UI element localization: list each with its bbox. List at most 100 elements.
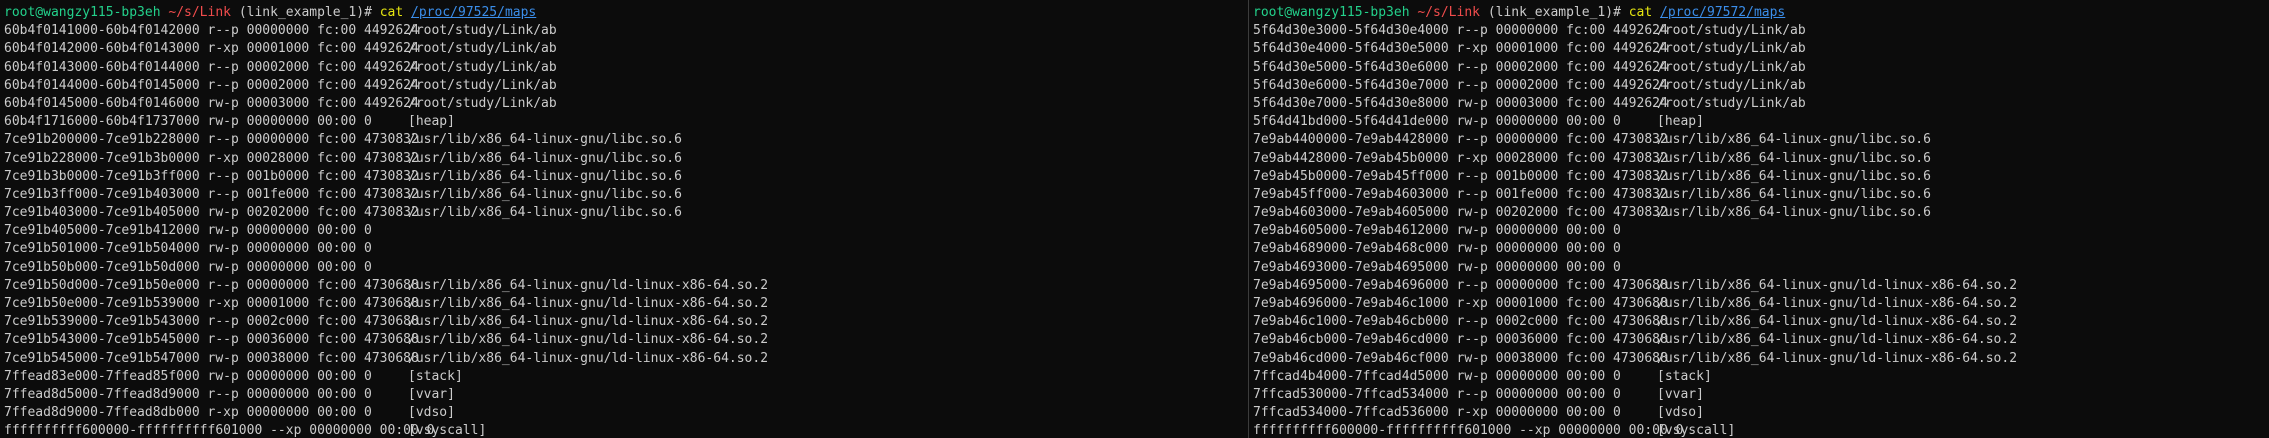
mapping-pathname: /root/study/Link/ab [1657, 77, 1806, 93]
mapping-pathname: /usr/lib/x86_64-linux-gnu/ld-linux-x86-6… [408, 277, 769, 293]
shell-prompt: root@wangzy115-bp3eh ~/s/Link (link_exam… [1253, 4, 2269, 22]
terminal-pane-left[interactable]: root@wangzy115-bp3eh ~/s/Link (link_exam… [0, 0, 1248, 438]
maps-line: 60b4f0144000-60b4f0145000 r--p 00002000 … [4, 77, 1248, 95]
maps-line: 7e9ab46cd000-7e9ab46cf000 rw-p 00038000 … [1253, 350, 2269, 368]
maps-line: 7ffead8d5000-7ffead8d9000 r--p 00000000 … [4, 386, 1248, 404]
mapping-range: 5f64d30e7000-5f64d30e8000 rw-p 00003000 … [1253, 95, 1668, 111]
prompt-symbol: # [1613, 5, 1621, 20]
mapping-pathname: [stack] [1657, 368, 1712, 384]
mapping-range: 60b4f1716000-60b4f1737000 rw-p 00000000 … [4, 114, 372, 130]
maps-line: 60b4f0142000-60b4f0143000 r-xp 00001000 … [4, 40, 1248, 58]
mapping-range: 7e9ab45ff000-7e9ab4603000 r--p 001fe000 … [1253, 186, 1668, 202]
command-name: cat [379, 5, 404, 20]
maps-line: 7ce91b50b000-7ce91b50d000 rw-p 00000000 … [4, 259, 1248, 277]
mapping-range: 7e9ab4695000-7e9ab4696000 r--p 00000000 … [1253, 277, 1668, 293]
mapping-range: 7ce91b200000-7ce91b228000 r--p 00000000 … [4, 132, 419, 148]
maps-line: 7e9ab4693000-7e9ab4695000 rw-p 00000000 … [1253, 259, 2269, 277]
mapping-range: 7ffead8d9000-7ffead8db000 r-xp 00000000 … [4, 405, 372, 421]
maps-line: 7e9ab4428000-7e9ab45b0000 r-xp 00028000 … [1253, 150, 2269, 168]
maps-line: ffffffffff600000-ffffffffff601000 --xp 0… [4, 422, 1248, 438]
mapping-range: 7e9ab4400000-7e9ab4428000 r--p 00000000 … [1253, 132, 1668, 148]
maps-line: 7e9ab4695000-7e9ab4696000 r--p 00000000 … [1253, 277, 2269, 295]
mapping-range: 7ffcad530000-7ffcad534000 r--p 00000000 … [1253, 386, 1621, 402]
maps-line: 7e9ab45b0000-7e9ab45ff000 r--p 001b0000 … [1253, 168, 2269, 186]
maps-line: 60b4f0145000-60b4f0146000 rw-p 00003000 … [4, 95, 1248, 113]
mapping-range: 7e9ab46c1000-7e9ab46cb000 r--p 0002c000 … [1253, 314, 1668, 330]
mapping-pathname: /usr/lib/x86_64-linux-gnu/libc.so.6 [408, 132, 682, 148]
mapping-pathname: [heap] [1657, 114, 1704, 130]
maps-line: 7ce91b3b0000-7ce91b3ff000 r--p 001b0000 … [4, 168, 1248, 186]
mapping-range: 7ce91b501000-7ce91b504000 rw-p 00000000 … [4, 241, 372, 257]
mapping-range: 7e9ab4428000-7e9ab45b0000 r-xp 00028000 … [1253, 150, 1668, 166]
mapping-pathname: /root/study/Link/ab [408, 41, 557, 57]
mapping-pathname: [vsyscall] [1657, 423, 1736, 438]
mapping-pathname: /usr/lib/x86_64-linux-gnu/libc.so.6 [408, 186, 682, 202]
mapping-range: 7ce91b228000-7ce91b3b0000 r-xp 00028000 … [4, 150, 419, 166]
maps-line: 7ffcad534000-7ffcad536000 r-xp 00000000 … [1253, 404, 2269, 422]
mapping-range: 7ce91b3ff000-7ce91b403000 r--p 001fe000 … [4, 186, 419, 202]
maps-line: 7ce91b501000-7ce91b504000 rw-p 00000000 … [4, 240, 1248, 258]
maps-line: 7ce91b50d000-7ce91b50e000 r--p 00000000 … [4, 277, 1248, 295]
maps-line: 5f64d30e4000-5f64d30e5000 r-xp 00001000 … [1253, 40, 2269, 58]
maps-line: 7ce91b228000-7ce91b3b0000 r-xp 00028000 … [4, 150, 1248, 168]
command-name: cat [1628, 5, 1653, 20]
mapping-range: 60b4f0145000-60b4f0146000 rw-p 00003000 … [4, 95, 419, 111]
maps-line: 7ffcad530000-7ffcad534000 r--p 00000000 … [1253, 386, 2269, 404]
prompt-user-host: root@wangzy115-bp3eh [1253, 5, 1410, 20]
shell-prompt: root@wangzy115-bp3eh ~/s/Link (link_exam… [4, 4, 1248, 22]
maps-output: 5f64d30e3000-5f64d30e4000 r--p 00000000 … [1253, 22, 2269, 438]
mapping-pathname: /root/study/Link/ab [1657, 59, 1806, 75]
mapping-pathname: /usr/lib/x86_64-linux-gnu/ld-linux-x86-6… [408, 296, 769, 311]
mapping-pathname: /usr/lib/x86_64-linux-gnu/libc.so.6 [1657, 186, 1931, 202]
mapping-pathname: /usr/lib/x86_64-linux-gnu/ld-linux-x86-6… [408, 350, 769, 366]
maps-line: 7e9ab45ff000-7e9ab4603000 r--p 001fe000 … [1253, 186, 2269, 204]
mapping-range: 7e9ab4693000-7e9ab4695000 rw-p 00000000 … [1253, 259, 1621, 275]
maps-line: 7ffead83e000-7ffead85f000 rw-p 00000000 … [4, 368, 1248, 386]
command-argument-path[interactable]: /proc/97572/maps [1660, 5, 1785, 20]
mapping-pathname: [vvar] [1657, 386, 1704, 402]
maps-line: 5f64d41bd000-5f64d41de000 rw-p 00000000 … [1253, 113, 2269, 131]
mapping-range: 7e9ab4605000-7e9ab4612000 rw-p 00000000 … [1253, 223, 1621, 239]
maps-line: 7ce91b403000-7ce91b405000 rw-p 00202000 … [4, 204, 1248, 222]
mapping-pathname: /usr/lib/x86_64-linux-gnu/ld-linux-x86-6… [408, 314, 769, 330]
prompt-env: (link_example_1) [1487, 5, 1614, 20]
mapping-range: 7e9ab46cd000-7e9ab46cf000 rw-p 00038000 … [1253, 350, 1668, 366]
prompt-directory: ~/s/Link [168, 5, 231, 20]
mapping-range: 60b4f0141000-60b4f0142000 r--p 00000000 … [4, 23, 419, 39]
maps-line: 7ce91b545000-7ce91b547000 rw-p 00038000 … [4, 350, 1248, 368]
mapping-range: 7ce91b543000-7ce91b545000 r--p 00036000 … [4, 332, 419, 348]
mapping-pathname: [heap] [408, 114, 455, 130]
mapping-pathname: /usr/lib/x86_64-linux-gnu/ld-linux-x86-6… [1657, 314, 2018, 330]
mapping-pathname: [stack] [408, 368, 463, 384]
mapping-range: 5f64d41bd000-5f64d41de000 rw-p 00000000 … [1253, 114, 1621, 130]
maps-line: 7e9ab4605000-7e9ab4612000 rw-p 00000000 … [1253, 222, 2269, 240]
maps-line: 7ce91b3ff000-7ce91b403000 r--p 001fe000 … [4, 186, 1248, 204]
maps-line: 5f64d30e3000-5f64d30e4000 r--p 00000000 … [1253, 22, 2269, 40]
mapping-range: ffffffffff600000-ffffffffff601000 --xp 0… [1253, 423, 1684, 438]
mapping-pathname: [vdso] [1657, 405, 1704, 421]
mapping-pathname: /usr/lib/x86_64-linux-gnu/libc.so.6 [408, 205, 682, 221]
mapping-range: 7ffcad4b4000-7ffcad4d5000 rw-p 00000000 … [1253, 368, 1621, 384]
mapping-pathname: /root/study/Link/ab [1657, 23, 1806, 39]
maps-line: ffffffffff600000-ffffffffff601000 --xp 0… [1253, 422, 2269, 438]
maps-line: 7e9ab4603000-7e9ab4605000 rw-p 00202000 … [1253, 204, 2269, 222]
mapping-range: ffffffffff600000-ffffffffff601000 --xp 0… [4, 423, 435, 438]
mapping-pathname: /root/study/Link/ab [408, 77, 557, 93]
mapping-range: 60b4f0142000-60b4f0143000 r-xp 00001000 … [4, 41, 419, 57]
command-argument-path[interactable]: /proc/97525/maps [411, 5, 536, 20]
mapping-range: 7ffead8d5000-7ffead8d9000 r--p 00000000 … [4, 386, 372, 402]
maps-line: 7ce91b50e000-7ce91b539000 r-xp 00001000 … [4, 295, 1248, 313]
maps-line: 5f64d30e5000-5f64d30e6000 r--p 00002000 … [1253, 59, 2269, 77]
mapping-pathname: /usr/lib/x86_64-linux-gnu/libc.so.6 [1657, 150, 1931, 166]
mapping-range: 7ce91b50b000-7ce91b50d000 rw-p 00000000 … [4, 259, 372, 275]
mapping-pathname: /root/study/Link/ab [1657, 41, 1806, 57]
mapping-range: 5f64d30e6000-5f64d30e7000 r--p 00002000 … [1253, 77, 1668, 93]
mapping-range: 7ce91b50e000-7ce91b539000 r-xp 00001000 … [4, 296, 419, 311]
mapping-range: 60b4f0144000-60b4f0145000 r--p 00002000 … [4, 77, 419, 93]
mapping-range: 7ffead83e000-7ffead85f000 rw-p 00000000 … [4, 368, 372, 384]
mapping-range: 7ce91b545000-7ce91b547000 rw-p 00038000 … [4, 350, 419, 366]
maps-line: 5f64d30e7000-5f64d30e8000 rw-p 00003000 … [1253, 95, 2269, 113]
mapping-range: 7e9ab4696000-7e9ab46c1000 r-xp 00001000 … [1253, 296, 1668, 311]
terminal-pane-right[interactable]: root@wangzy115-bp3eh ~/s/Link (link_exam… [1249, 0, 2269, 438]
prompt-directory: ~/s/Link [1417, 5, 1480, 20]
